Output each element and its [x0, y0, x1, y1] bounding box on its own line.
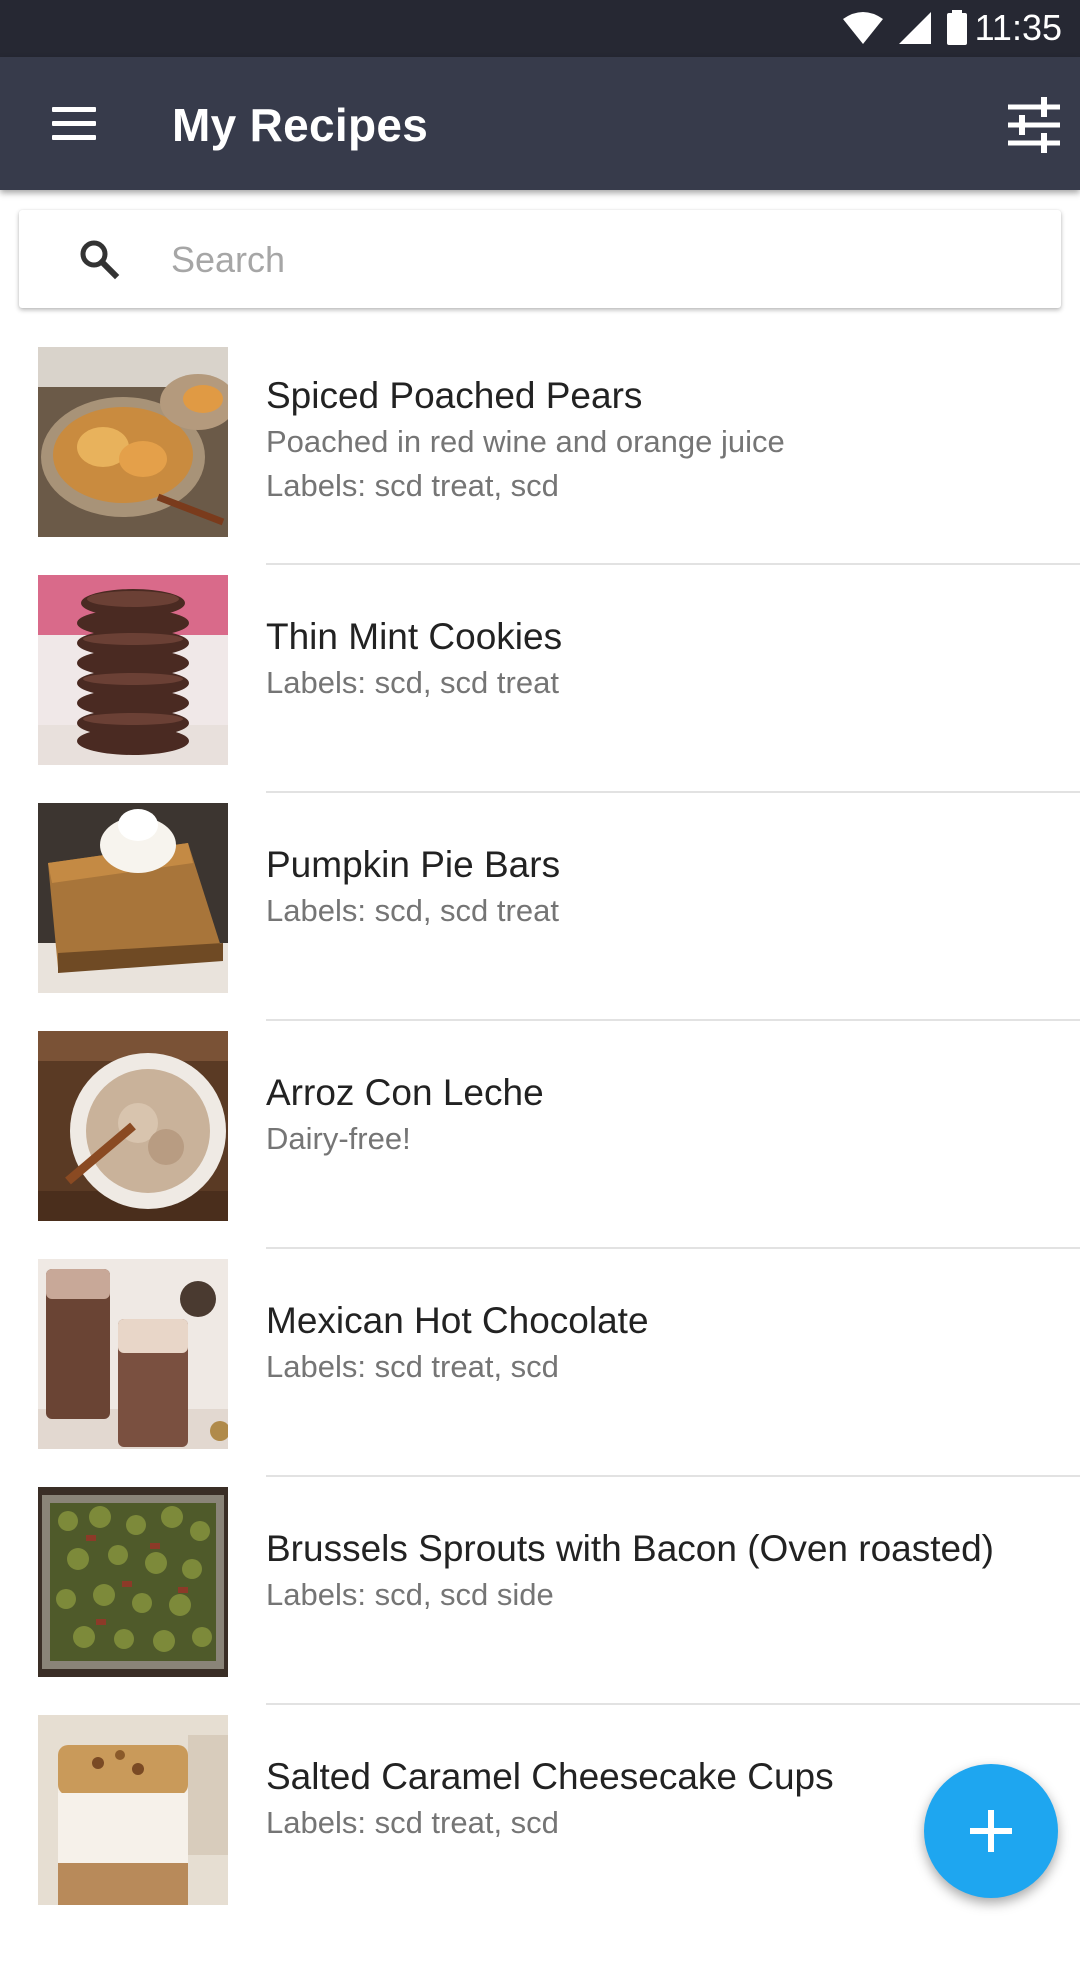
search-bar[interactable] — [19, 210, 1061, 308]
list-item[interactable]: Brussels Sprouts with Bacon (Oven roaste… — [0, 1477, 1080, 1705]
recipe-thumbnail — [38, 347, 228, 537]
recipe-description: Poached in red wine and orange juice — [266, 424, 785, 459]
recipe-title: Thin Mint Cookies — [266, 616, 563, 657]
list-item[interactable]: Arroz Con Leche Dairy-free! — [0, 1021, 1080, 1249]
recipe-title: Brussels Sprouts with Bacon (Oven roaste… — [266, 1528, 994, 1569]
recipe-title: Pumpkin Pie Bars — [266, 844, 561, 885]
tune-icon — [1008, 97, 1060, 153]
list-item[interactable]: Spiced Poached Pears Poached in red wine… — [0, 337, 1080, 565]
search-icon — [80, 240, 120, 280]
list-item[interactable]: Pumpkin Pie Bars Labels: scd, scd treat — [0, 793, 1080, 1021]
status-icons — [842, 10, 968, 46]
status-bar: 11:35 — [0, 0, 1080, 57]
recipe-labels: Labels: scd, scd treat — [266, 665, 559, 700]
recipe-list: Spiced Poached Pears Poached in red wine… — [0, 337, 1080, 1933]
recipe-title: Mexican Hot Chocolate — [266, 1300, 649, 1341]
recipe-description: Dairy-free! — [266, 1121, 411, 1156]
recipe-labels: Labels: scd treat, scd — [266, 468, 559, 503]
recipe-thumbnail — [38, 575, 228, 765]
menu-button[interactable] — [44, 101, 108, 149]
recipe-thumbnail — [38, 1487, 228, 1677]
status-time: 11:35 — [974, 7, 1062, 48]
add-recipe-button[interactable] — [924, 1764, 1058, 1898]
recipe-thumbnail — [38, 1031, 228, 1221]
page-title: My Recipes — [172, 99, 429, 151]
recipe-thumbnail — [38, 1715, 228, 1905]
list-item[interactable]: Salted Caramel Cheesecake Cups Labels: s… — [0, 1705, 1080, 1933]
cell-signal-icon — [899, 12, 931, 44]
app-bar: My Recipes — [0, 57, 1080, 190]
recipe-thumbnail — [38, 803, 228, 993]
list-item[interactable]: Thin Mint Cookies Labels: scd, scd treat — [0, 565, 1080, 793]
search-input[interactable] — [169, 230, 1033, 290]
battery-icon — [947, 10, 967, 45]
recipe-title: Spiced Poached Pears — [266, 375, 643, 416]
recipe-labels: Labels: scd, scd side — [266, 1577, 554, 1612]
filter-button[interactable] — [1002, 93, 1066, 157]
recipe-thumbnail — [38, 1259, 228, 1449]
recipe-labels: Labels: scd treat, scd — [266, 1349, 559, 1384]
list-item[interactable]: Mexican Hot Chocolate Labels: scd treat,… — [0, 1249, 1080, 1477]
recipe-labels: Labels: scd, scd treat — [266, 893, 559, 928]
wifi-icon — [843, 12, 883, 44]
recipe-title: Arroz Con Leche — [266, 1072, 544, 1113]
